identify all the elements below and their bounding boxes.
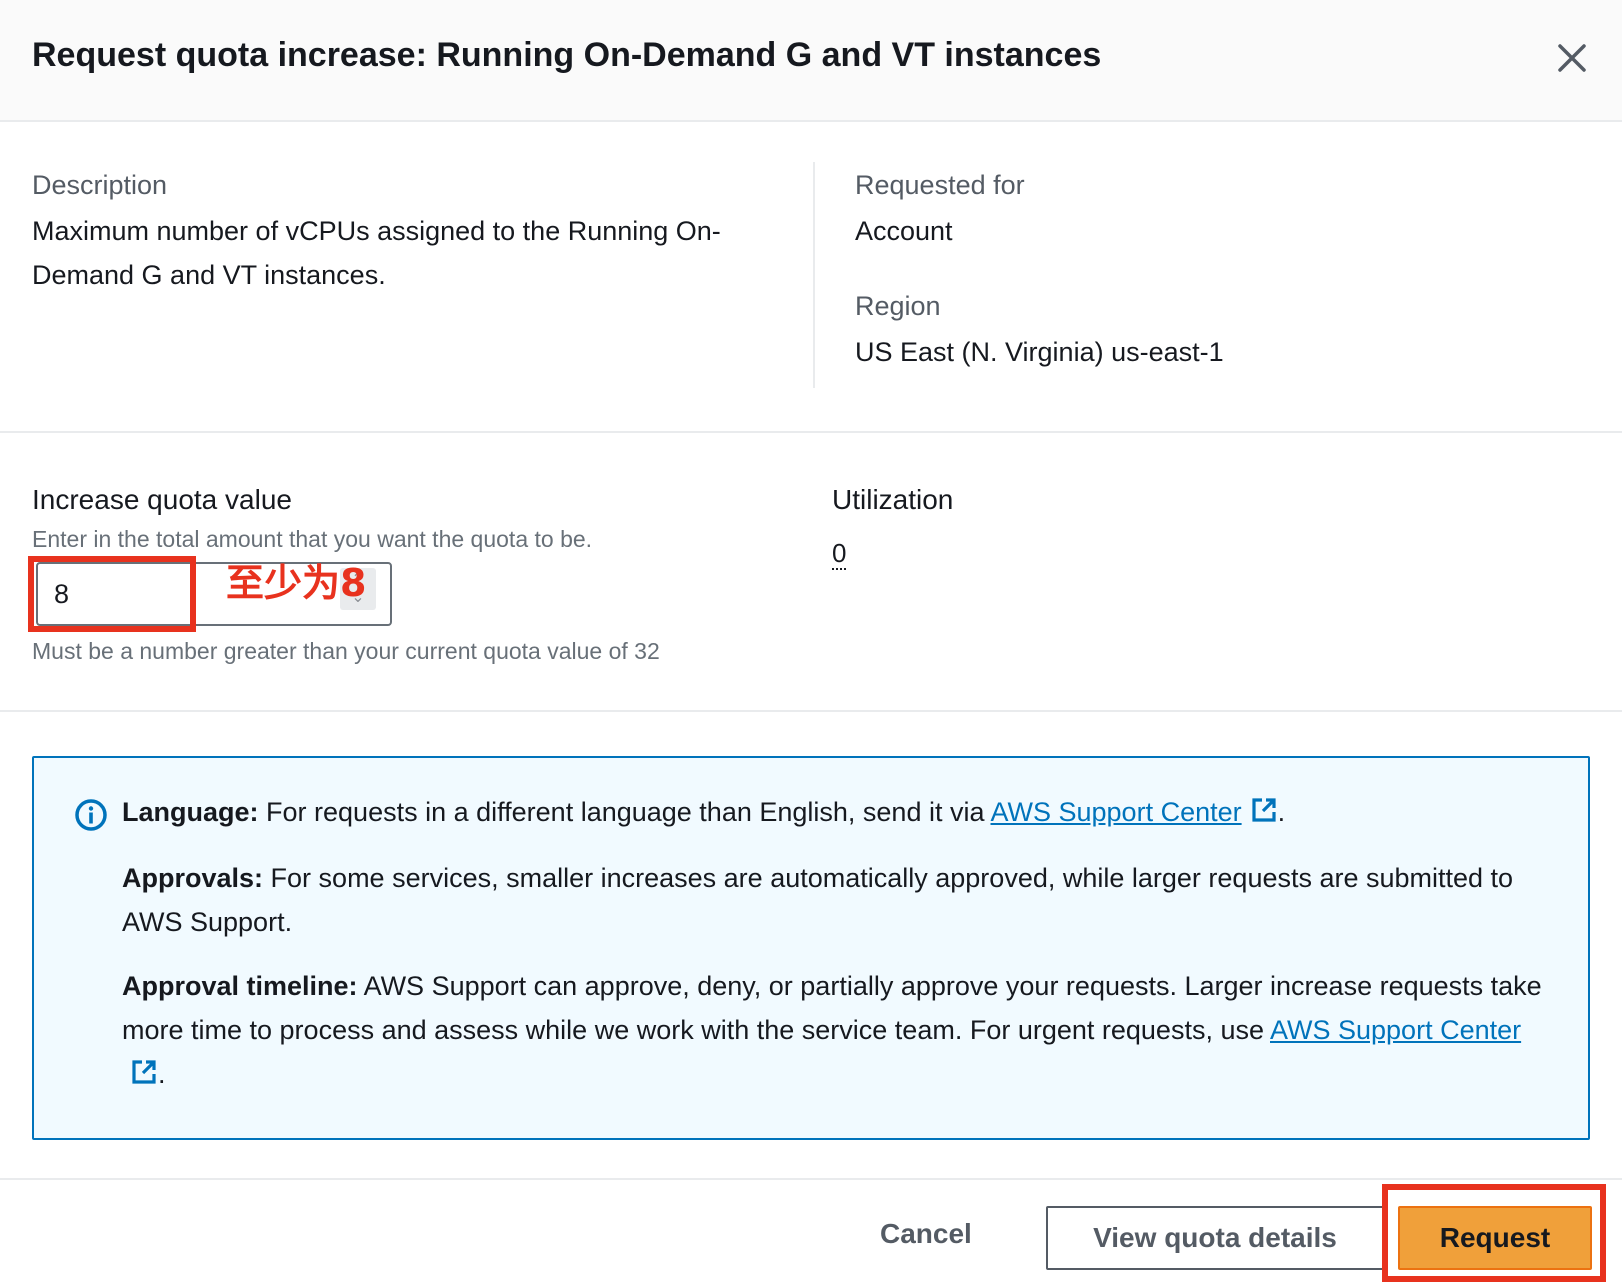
increase-quota-label: Increase quota value (32, 484, 292, 515)
vertical-divider (813, 162, 815, 388)
approvals-paragraph: Approvals: For some services, smaller in… (122, 856, 1542, 944)
language-title: Language: (122, 797, 259, 827)
section-divider (0, 710, 1622, 712)
utilization-label: Utilization (832, 484, 954, 515)
region-label: Region (855, 291, 941, 321)
description-value: Maximum number of vCPUs assigned to the … (32, 216, 721, 290)
footer-divider (0, 1178, 1622, 1180)
approvals-title: Approvals: (122, 863, 264, 893)
description-label: Description (32, 170, 168, 200)
language-paragraph: Language: For requests in a different la… (122, 790, 1542, 834)
modal-title: Request quota increase: Running On-Deman… (32, 36, 1102, 74)
support-center-link-urgent-text: AWS Support Center (1270, 1015, 1522, 1045)
modal-header: Request quota increase: Running On-Deman… (0, 0, 1622, 122)
support-center-link[interactable]: AWS Support Center (991, 797, 1278, 827)
language-text: For requests in a different language tha… (266, 797, 985, 827)
timeline-paragraph: Approval timeline: AWS Support can appro… (122, 964, 1542, 1096)
timeline-title: Approval timeline: (122, 971, 358, 1001)
cancel-button[interactable]: Cancel (880, 1218, 972, 1250)
support-center-link-text: AWS Support Center (990, 797, 1242, 827)
language-period: . (1277, 797, 1286, 827)
external-link-icon (1252, 798, 1276, 822)
approvals-text: For some services, smaller increases are… (122, 863, 1514, 937)
quota-constraint-text: Must be a number greater than your curre… (32, 638, 660, 664)
description-section: Description Maximum number of vCPUs assi… (32, 170, 772, 297)
close-icon[interactable] (1552, 38, 1592, 78)
info-alert: Language: For requests in a different la… (32, 756, 1590, 1140)
requested-for-label: Requested for (855, 170, 1025, 200)
timeline-period: . (158, 1059, 166, 1089)
requested-for-section: Requested for Account Region US East (N.… (855, 170, 1555, 374)
view-quota-details-button[interactable]: View quota details (1046, 1206, 1384, 1270)
utilization-value[interactable]: 0 (832, 538, 847, 570)
annotation-highlight-request (1382, 1184, 1606, 1282)
increase-quota-help: Enter in the total amount that you want … (32, 526, 593, 552)
requested-for-value: Account (855, 216, 953, 246)
annotation-text: 至少为8 (226, 561, 367, 605)
info-icon (75, 799, 107, 831)
external-link-icon (132, 1060, 156, 1084)
region-value: US East (N. Virginia) us-east-1 (855, 337, 1224, 367)
annotation-highlight-input (28, 556, 196, 632)
section-divider (0, 431, 1622, 433)
